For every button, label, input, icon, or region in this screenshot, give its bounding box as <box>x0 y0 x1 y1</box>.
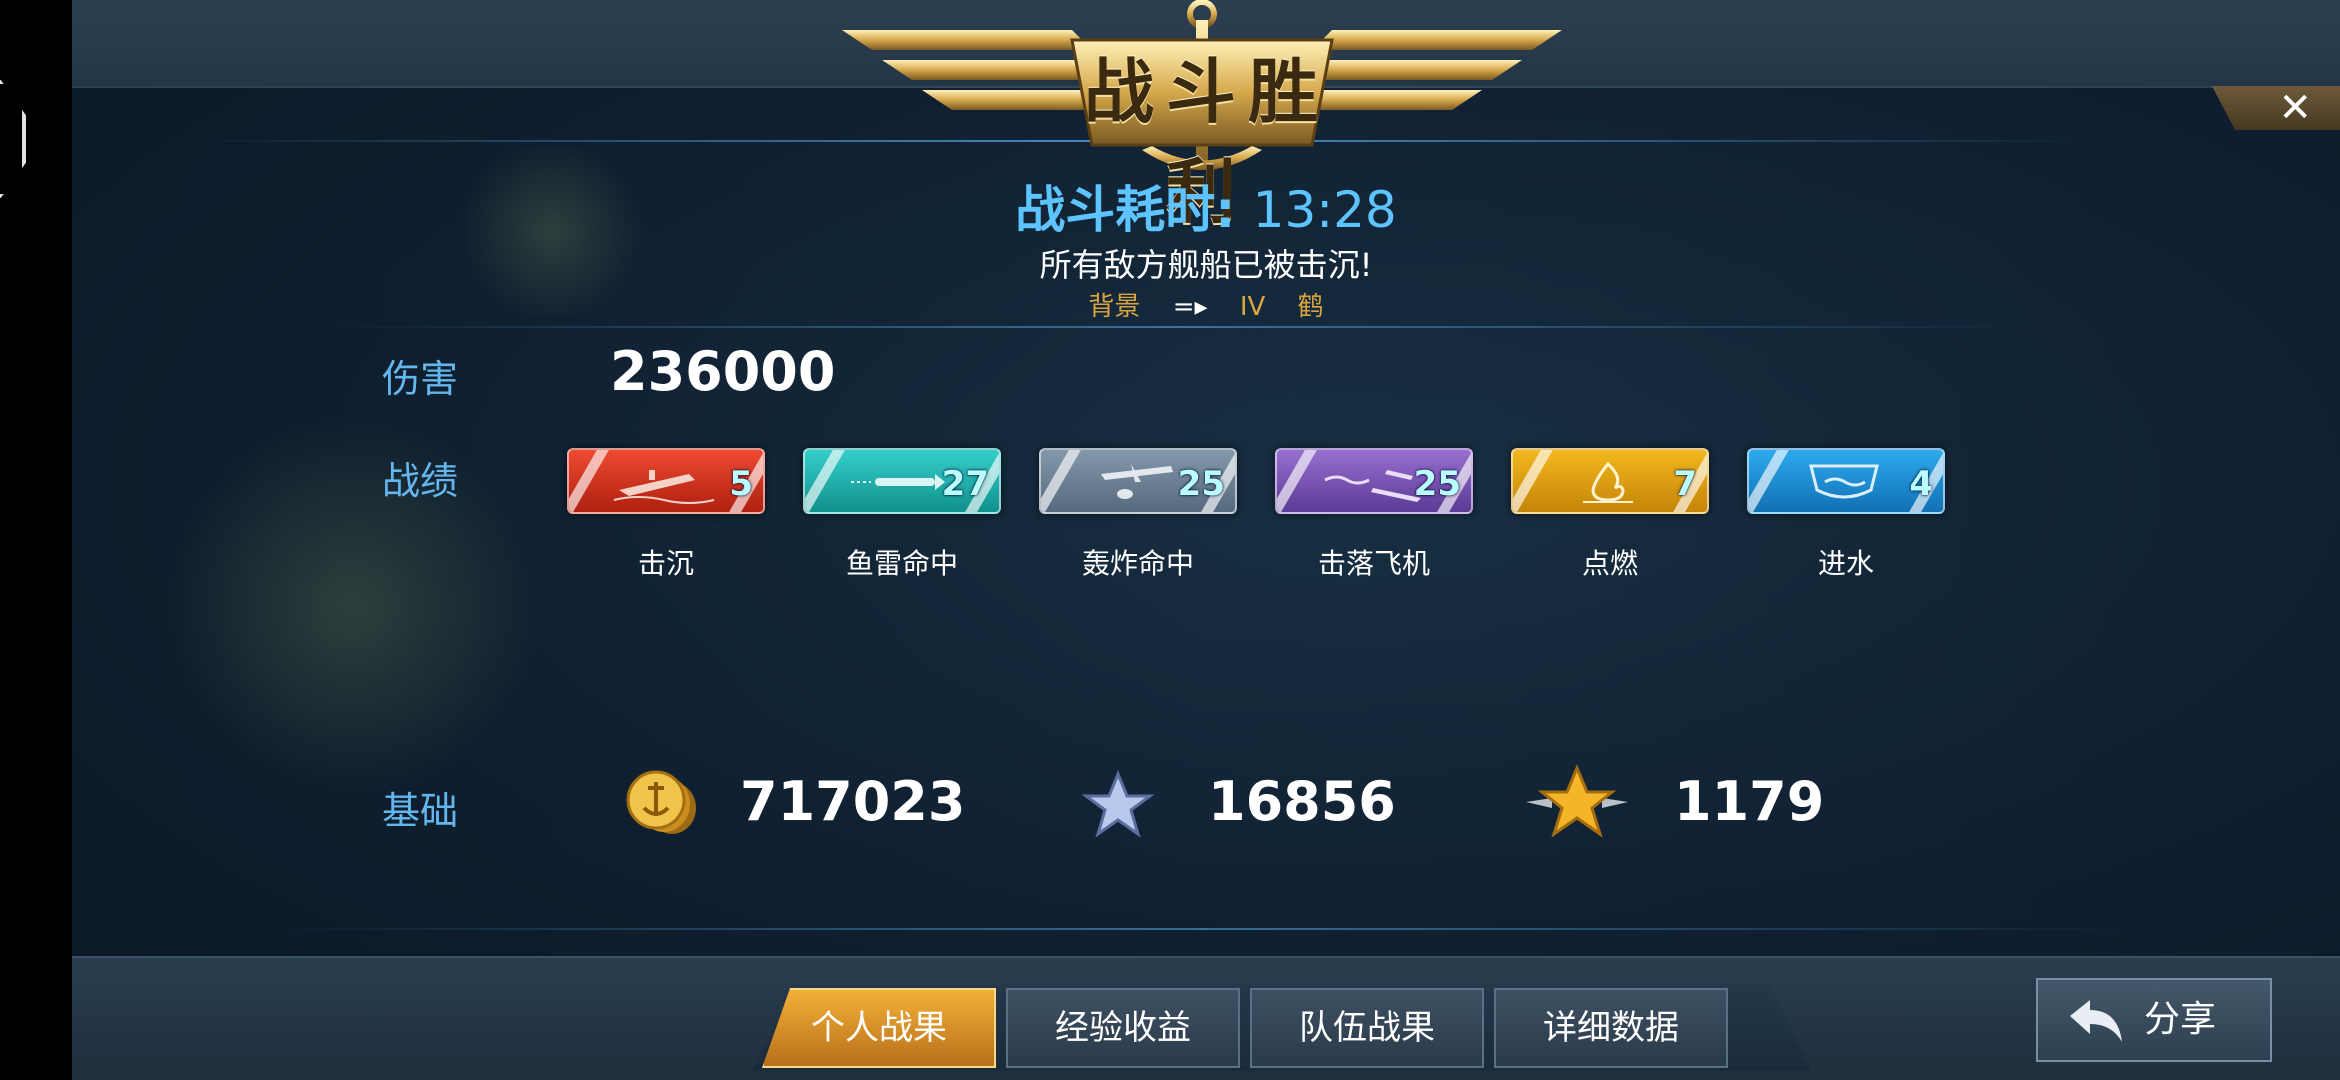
ship-name: 鹤 <box>1297 292 1324 322</box>
duration-label: 战斗耗时: <box>1015 181 1236 239</box>
achievement-count: 5 <box>729 464 753 504</box>
bomber-icon <box>1101 464 1173 499</box>
damage-value: 236000 <box>610 340 836 403</box>
result-subtitle: 所有敌方舰船已被击沉! <box>1039 246 1373 284</box>
map-decoration <box>162 416 542 796</box>
achievement-name: 进水 <box>1817 547 1874 580</box>
sinking-ship-icon <box>613 470 715 504</box>
duration-value: 13:28 <box>1252 181 1397 239</box>
achievement-count: 25 <box>1413 464 1461 504</box>
badge-stripe <box>569 450 609 512</box>
badge-stripe <box>1277 450 1317 512</box>
badge-stripe <box>1041 450 1081 512</box>
achievement-sink[interactable]: 5 <box>567 448 765 514</box>
share-button[interactable]: 分享 <box>2036 978 2272 1062</box>
share-arrow-icon <box>2070 1000 2122 1042</box>
achievements-label: 战绩 <box>382 459 459 503</box>
tab-detailed-data[interactable]: 详细数据 <box>1494 988 1728 1068</box>
free-experience-value: 1179 <box>1674 770 1825 833</box>
achievement-fires[interactable]: 7 <box>1511 448 1709 514</box>
achievement-planes-shot-down[interactable]: 25 <box>1275 448 1473 514</box>
achievement-count: 27 <box>941 464 989 504</box>
achievement-name: 击落飞机 <box>1317 547 1430 580</box>
background-arrow: =▸ <box>1172 292 1208 322</box>
achievement-flooding[interactable]: 4 <box>1747 448 1945 514</box>
achievement-count: 25 <box>1177 464 1225 504</box>
share-label: 分享 <box>2144 999 2217 1040</box>
free-experience-star-icon <box>1526 764 1628 838</box>
achievement-count: 7 <box>1673 464 1697 504</box>
achievement-name: 鱼雷命中 <box>845 547 958 580</box>
achievement-bomb-hits[interactable]: 25 <box>1039 448 1237 514</box>
achievement-name: 点燃 <box>1581 547 1638 580</box>
background-label: 背景 <box>1088 292 1141 322</box>
credits-coin-icon <box>626 770 696 834</box>
badge-stripe <box>805 450 845 512</box>
credits-value: 717023 <box>740 770 966 833</box>
badge-stripe <box>1513 450 1553 512</box>
achievement-name: 轰炸命中 <box>1081 547 1194 580</box>
fire-icon <box>1583 461 1633 503</box>
plane-shotdown-icon <box>1324 470 1421 502</box>
flooding-icon <box>1809 464 1879 499</box>
tab-team-results[interactable]: 队伍战果 <box>1250 988 1484 1068</box>
victory-title: 战斗胜利 <box>1084 51 1330 233</box>
achievement-count: 4 <box>1909 464 1933 504</box>
experience-star-icon <box>1082 770 1154 838</box>
divider-bottom <box>272 928 2132 930</box>
badge-stripe <box>1749 450 1789 512</box>
battle-result-screen: 战斗胜利 ✕ 战斗耗时: 13:28 所有敌方舰船已被击沉! 背景 =▸ IV … <box>72 0 2340 1080</box>
achievement-name: 击沉 <box>637 547 694 580</box>
experience-value: 16856 <box>1208 770 1396 833</box>
torpedo-icon <box>851 474 945 490</box>
tab-personal-results[interactable]: 个人战果 <box>762 988 996 1068</box>
tab-experience-earnings[interactable]: 经验收益 <box>1006 988 1240 1068</box>
base-label: 基础 <box>382 789 459 833</box>
ship-tier: IV <box>1239 292 1266 322</box>
battle-duration: 战斗耗时: 13:28 <box>72 170 2340 242</box>
background-info: 背景 =▸ IV 鹤 <box>72 286 2340 323</box>
achievement-torpedo-hits[interactable]: 27 <box>803 448 1001 514</box>
damage-label: 伤害 <box>382 357 459 401</box>
divider-header <box>332 326 2032 328</box>
system-edge-button[interactable] <box>0 80 26 198</box>
